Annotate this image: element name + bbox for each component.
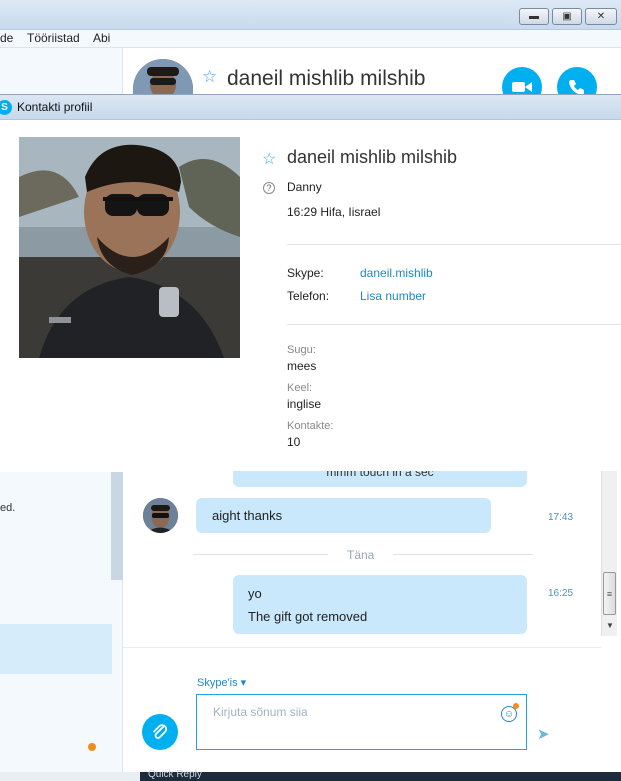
message-time: 17:43	[548, 512, 574, 523]
avatar[interactable]	[133, 59, 193, 94]
attach-button[interactable]	[142, 714, 178, 750]
maximize-button[interactable]: ▣	[552, 8, 582, 25]
scroll-down-arrow-icon[interactable]: ▼	[606, 621, 614, 630]
taskbar: Quick Reply	[0, 769, 621, 781]
taskbar-item[interactable]: Quick Reply	[148, 769, 202, 780]
message-compose-box[interactable]: ☺	[196, 694, 527, 750]
contact-profile-dialog: S Kontakti profiil ☆ daneil mishlib mils…	[0, 94, 621, 472]
mood-help-icon: ?	[263, 182, 275, 194]
profile-photo	[19, 137, 240, 358]
divider	[287, 324, 621, 325]
contact-name: daneil mishlib milshib	[227, 67, 426, 90]
divider	[287, 244, 621, 245]
sidebar-selected-item[interactable]	[0, 624, 112, 674]
emoticon-badge	[513, 703, 519, 709]
sidebar-truncated-text: ed.	[0, 502, 16, 514]
message-text: aight thanks	[212, 508, 283, 523]
day-label: Täna	[347, 548, 375, 562]
video-call-icon	[512, 82, 532, 92]
send-icon[interactable]: ➤	[537, 725, 550, 743]
favorite-star-icon[interactable]: ☆	[202, 67, 217, 87]
chat-divider	[123, 647, 601, 648]
skype-label: Skype:	[287, 266, 324, 280]
menu-item-tools[interactable]: Tööriistad	[27, 31, 80, 45]
message-bubble[interactable]: aight thanks	[196, 498, 491, 533]
mood-message: Danny	[287, 180, 322, 194]
menu-item-help[interactable]: Abi	[93, 31, 110, 45]
skype-name-link[interactable]: daneil.mishlib	[360, 266, 433, 280]
minimize-button[interactable]: ▬	[519, 8, 549, 25]
contacts-count-label: Kontakte:	[287, 420, 334, 432]
message-mode-dropdown[interactable]: Skype'is ▾	[197, 676, 246, 689]
contacts-count-value: 10	[287, 435, 301, 449]
message-bubble-partial: mmm touch in a sec	[233, 471, 527, 487]
chat-scrollbar[interactable]: ≡ ▼	[601, 471, 617, 636]
gender-value: mees	[287, 359, 317, 373]
skype-logo-icon: S	[0, 100, 12, 115]
chat-area: mmm touch in a sec aight thanks 17:43 Tä…	[123, 471, 621, 781]
paperclip-icon	[153, 724, 168, 739]
phone-label: Telefon:	[287, 289, 330, 303]
menu-bar: de Tööriistad Abi	[0, 30, 621, 48]
window-titlebar: ▬ ▣ ✕	[0, 0, 621, 30]
language-label: Keel:	[287, 382, 313, 394]
notification-dot	[88, 743, 96, 751]
favorite-star-icon[interactable]: ☆	[262, 149, 276, 169]
menu-item-view[interactable]: de	[0, 31, 13, 45]
message-time: 16:25	[548, 588, 574, 599]
message-bubble-outgoing[interactable]: yo The gift got removed	[233, 575, 527, 634]
message-input[interactable]	[211, 704, 481, 720]
profile-name: daneil mishlib milshib	[287, 147, 458, 167]
message-line: yo	[248, 586, 262, 601]
local-time: 16:29 Hifa, Iisrael	[287, 205, 381, 219]
conversation-header: ☆ daneil mishlib milshib	[123, 48, 621, 107]
avatar[interactable]	[143, 498, 178, 533]
scrollbar-thumb[interactable]: ≡	[603, 572, 616, 615]
close-button[interactable]: ✕	[585, 8, 617, 25]
add-number-link[interactable]: Lisa number	[360, 289, 426, 303]
dialog-titlebar[interactable]: S Kontakti profiil	[0, 95, 621, 120]
gender-label: Sugu:	[287, 344, 316, 356]
message-line: The gift got removed	[248, 609, 368, 624]
dialog-title: Kontakti profiil	[17, 100, 93, 114]
profile-body: ☆ daneil mishlib milshib ? Danny 16:29 H…	[0, 121, 621, 472]
language-value: inglise	[287, 397, 322, 411]
